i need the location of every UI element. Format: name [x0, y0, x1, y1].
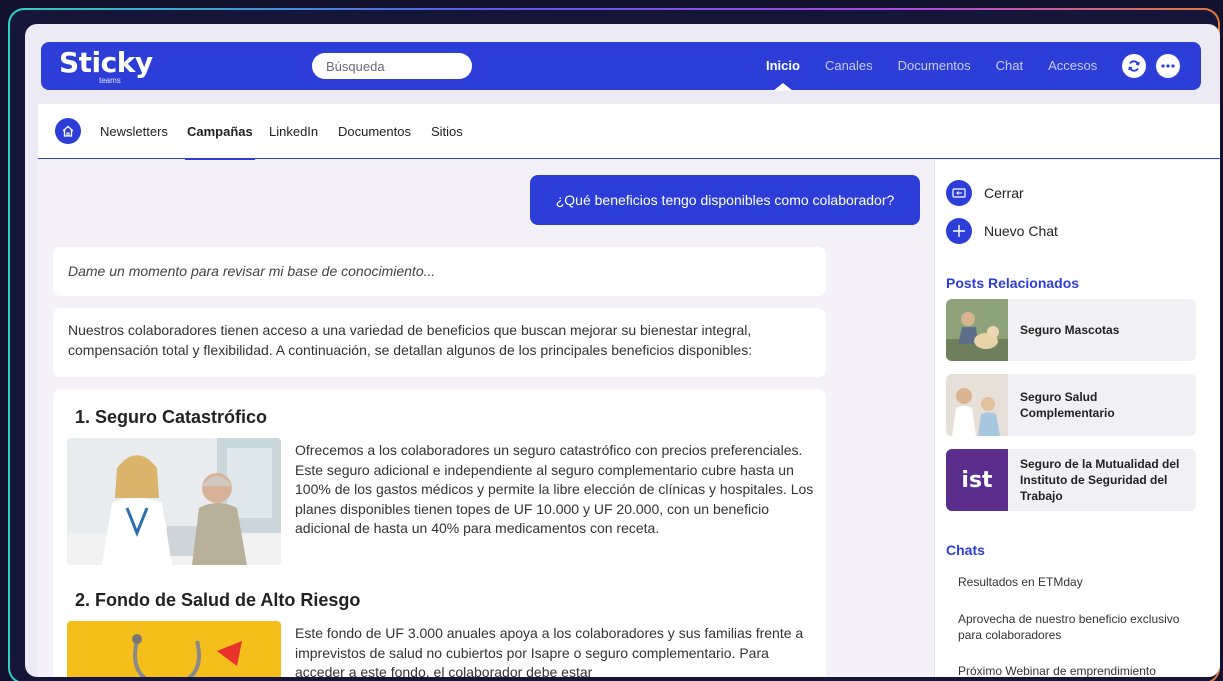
- right-sidebar: Cerrar Nuevo Chat Posts Relacionados Seg…: [934, 160, 1220, 677]
- app-window: Sticky teams Inicio Canales Documentos C…: [25, 24, 1220, 677]
- tab-documentos[interactable]: Documentos: [338, 104, 411, 159]
- refresh-icon: [1128, 60, 1140, 72]
- refresh-button[interactable]: [1122, 54, 1146, 78]
- benefit-description: Este fondo de UF 3.000 anuales apoya a l…: [295, 625, 804, 677]
- chat-history-item[interactable]: Aprovecha de nuestro beneficio exclusivo…: [958, 611, 1188, 643]
- tab-linkedin[interactable]: LinkedIn: [269, 104, 318, 159]
- home-icon: [62, 125, 74, 137]
- logo-subtitle: teams: [99, 76, 121, 85]
- close-label: Cerrar: [984, 185, 1024, 201]
- post-title: Seguro Mascotas: [1020, 323, 1120, 337]
- main-nav: Inicio Canales Documentos Chat Accesos: [766, 42, 1122, 91]
- nav-documentos[interactable]: Documentos: [898, 42, 971, 90]
- post-title: Seguro de la Mutualidad del Instituto de…: [1020, 457, 1180, 503]
- secondary-tabs: Newsletters Campañas LinkedIn Documentos…: [38, 104, 1220, 160]
- top-navbar: Sticky teams Inicio Canales Documentos C…: [41, 42, 1201, 91]
- more-button[interactable]: [1156, 54, 1180, 78]
- home-button[interactable]: [55, 118, 81, 144]
- benefit-description: Ofrecemos a los colaboradores un seguro …: [295, 442, 814, 536]
- search-input[interactable]: [312, 53, 472, 79]
- posts-heading: Posts Relacionados: [946, 275, 1080, 291]
- close-chat-button[interactable]: Cerrar: [946, 180, 1024, 206]
- nav-canales[interactable]: Canales: [825, 42, 873, 90]
- assistant-benefits-message: 1. Seguro Catastrófico Ofrecemos a los c…: [53, 389, 826, 677]
- related-post[interactable]: Seguro Salud Complementario: [946, 374, 1196, 436]
- logo[interactable]: Sticky: [59, 48, 153, 78]
- content-panel: Newsletters Campañas LinkedIn Documentos…: [38, 104, 1220, 677]
- benefit-image-doctor: [67, 438, 281, 565]
- chat-history-item[interactable]: Próximo Webinar de emprendimiento: [958, 663, 1188, 677]
- tab-sitios[interactable]: Sitios: [431, 104, 463, 159]
- nav-inicio[interactable]: Inicio: [766, 42, 800, 91]
- assistant-thinking-message: Dame un momento para revisar mi base de …: [53, 247, 826, 296]
- user-message-bubble: ¿Qué beneficios tengo disponibles como c…: [530, 175, 920, 225]
- close-panel-icon: [946, 180, 972, 206]
- post-title: Seguro Salud Complementario: [1020, 390, 1115, 420]
- tab-newsletters[interactable]: Newsletters: [100, 104, 168, 159]
- tab-campanas[interactable]: Campañas: [185, 104, 255, 160]
- chats-heading: Chats: [946, 542, 985, 558]
- benefit-title: 1. Seguro Catastrófico: [75, 407, 268, 427]
- chat-history-item[interactable]: Resultados en ETMday: [958, 574, 1188, 590]
- new-chat-label: Nuevo Chat: [984, 223, 1058, 239]
- nav-accesos[interactable]: Accesos: [1048, 42, 1097, 90]
- plus-icon: [946, 218, 972, 244]
- post-thumbnail: [946, 374, 1008, 436]
- more-icon: [1161, 64, 1175, 68]
- related-post[interactable]: Seguro Mascotas: [946, 299, 1196, 361]
- post-thumbnail: [946, 299, 1008, 361]
- ist-logo: ist: [946, 449, 1008, 511]
- nav-chat[interactable]: Chat: [996, 42, 1023, 90]
- benefit-title: 2. Fondo de Salud de Alto Riesgo: [75, 590, 361, 610]
- assistant-intro-message: Nuestros colaboradores tienen acceso a u…: [53, 308, 826, 377]
- related-post[interactable]: ist Seguro de la Mutualidad del Institut…: [946, 449, 1196, 511]
- new-chat-button[interactable]: Nuevo Chat: [946, 218, 1058, 244]
- benefit-image-stethoscope: [67, 621, 281, 677]
